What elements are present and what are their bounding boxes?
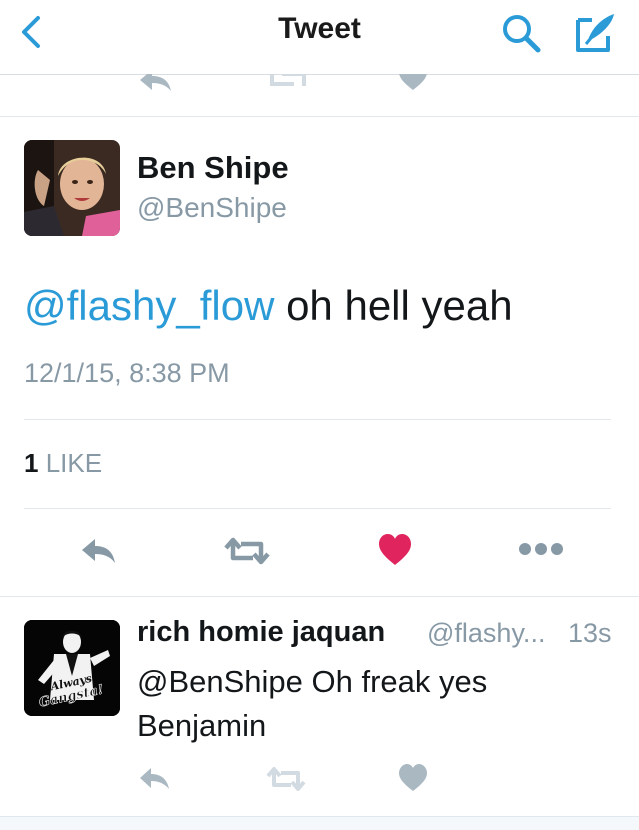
- heart-icon[interactable]: [398, 764, 428, 792]
- reply-icon[interactable]: [80, 537, 118, 565]
- divider: [0, 596, 639, 597]
- heart-icon[interactable]: [378, 534, 412, 566]
- author-handle[interactable]: @BenShipe: [137, 192, 287, 224]
- reply-author-handle[interactable]: @flashy...: [427, 618, 545, 649]
- reply-icon[interactable]: [138, 74, 174, 94]
- nav-bar: Tweet: [0, 0, 639, 75]
- tweet-timestamp: 12/1/15, 8:38 PM: [24, 358, 230, 388]
- reply-text: @BenShipe Oh freak yes Benjamin: [137, 664, 488, 743]
- avatar[interactable]: [24, 140, 120, 236]
- likes-label: LIKE: [45, 448, 103, 478]
- reply-author-name[interactable]: rich homie jaquan: [137, 616, 385, 649]
- previous-tweet-actions: [0, 74, 639, 116]
- author-name[interactable]: Ben Shipe: [137, 150, 289, 186]
- tweet-text: @flashy_flow oh hell yeah: [24, 282, 513, 330]
- likes-count-row[interactable]: 1 LIKE: [24, 448, 102, 479]
- retweet-icon[interactable]: [266, 766, 306, 792]
- divider: [24, 508, 611, 509]
- divider: [24, 419, 611, 420]
- likes-count: 1: [24, 448, 39, 478]
- heart-icon[interactable]: [398, 74, 428, 92]
- compose-icon[interactable]: [572, 10, 618, 56]
- tweet-body: oh hell yeah: [274, 282, 513, 329]
- divider: [0, 116, 639, 117]
- avatar[interactable]: Always Gangsta!: [24, 620, 120, 716]
- reply-time: 13s: [568, 618, 612, 648]
- mention-link[interactable]: @flashy_flow: [24, 282, 274, 329]
- retweet-icon[interactable]: [224, 536, 270, 566]
- search-icon[interactable]: [498, 10, 544, 56]
- bottom-separator: [0, 816, 639, 830]
- retweet-icon[interactable]: [268, 74, 308, 92]
- more-icon[interactable]: [518, 542, 564, 556]
- reply-icon[interactable]: [138, 766, 172, 792]
